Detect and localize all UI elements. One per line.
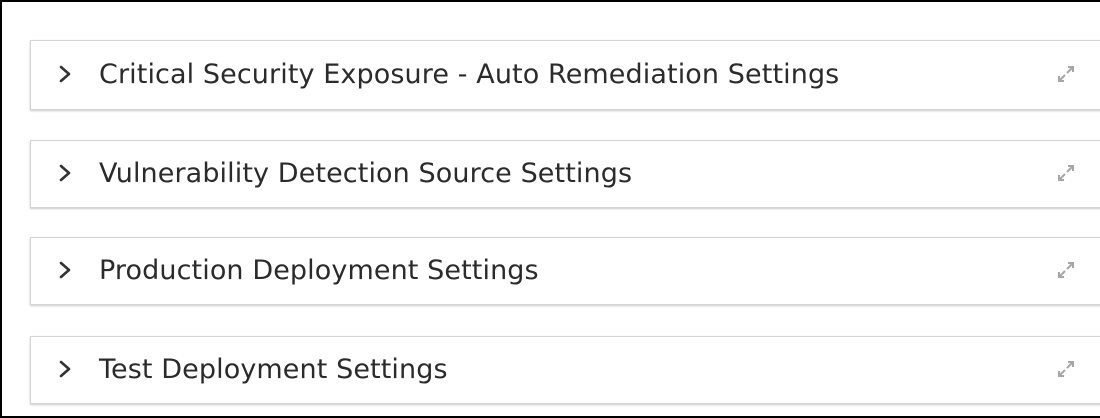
expand-icon[interactable] bbox=[1055, 259, 1077, 281]
expand-icon[interactable] bbox=[1055, 162, 1077, 184]
panel-title: Critical Security Exposure - Auto Remedi… bbox=[99, 59, 840, 90]
panel-title: Production Deployment Settings bbox=[99, 255, 539, 286]
panel-production-deployment[interactable]: Production Deployment Settings bbox=[30, 237, 1100, 305]
chevron-right-icon[interactable] bbox=[58, 359, 72, 379]
settings-panel-list: Critical Security Exposure - Auto Remedi… bbox=[0, 0, 1100, 418]
chevron-right-icon[interactable] bbox=[58, 64, 72, 84]
panel-test-deployment[interactable]: Test Deployment Settings bbox=[30, 336, 1100, 404]
expand-icon[interactable] bbox=[1055, 358, 1077, 380]
chevron-right-icon[interactable] bbox=[58, 163, 72, 183]
panel-title: Vulnerability Detection Source Settings bbox=[99, 158, 633, 189]
panel-vulnerability-detection-source[interactable]: Vulnerability Detection Source Settings bbox=[30, 140, 1100, 208]
panel-title: Test Deployment Settings bbox=[99, 354, 448, 385]
panel-critical-security-exposure-auto-remediation[interactable]: Critical Security Exposure - Auto Remedi… bbox=[30, 40, 1100, 110]
expand-icon[interactable] bbox=[1055, 63, 1077, 85]
chevron-right-icon[interactable] bbox=[58, 260, 72, 280]
